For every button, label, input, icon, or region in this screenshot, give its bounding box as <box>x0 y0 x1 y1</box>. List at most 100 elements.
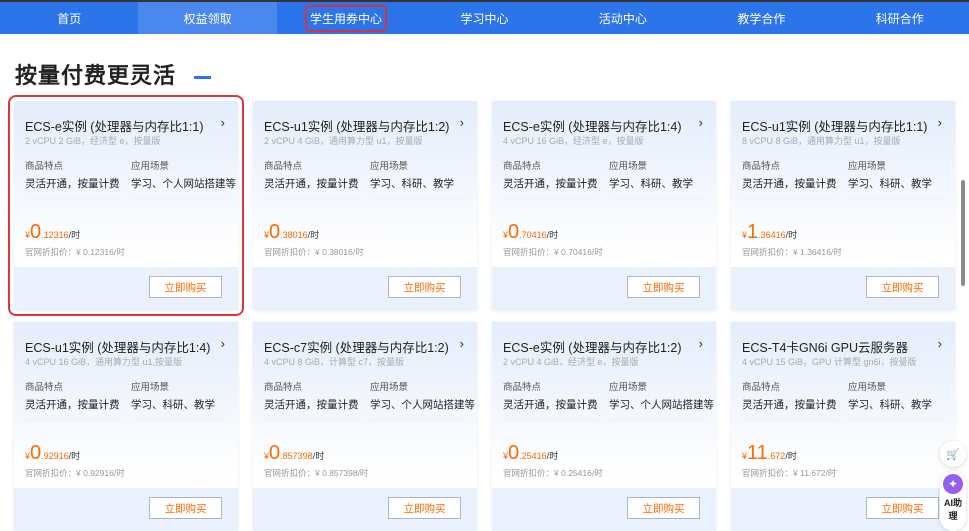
price-int: 0 <box>30 221 42 243</box>
scenarios-label: 应用场景 <box>370 382 409 393</box>
chevron-right-icon[interactable]: › <box>221 115 225 130</box>
nav-item[interactable]: 教学合作 <box>692 2 830 34</box>
price-int: 0 <box>508 221 520 243</box>
cart-button[interactable]: 🛒 <box>940 441 966 467</box>
buy-now-button[interactable]: 立即购买 <box>149 497 222 519</box>
scrollbar[interactable] <box>961 180 965 286</box>
product-card[interactable]: ECS-e实例 (处理器与内存比1:2) › 2 vCPU 4 GiB，经济型 … <box>492 322 716 531</box>
official-label: 官网折扣价： <box>742 247 794 257</box>
price: ¥11.672/时 <box>742 442 797 465</box>
official-price: 官网折扣价：¥ 0.38016/时 <box>264 246 364 258</box>
price-dec: .70416 <box>519 230 547 240</box>
buy-now-button[interactable]: 立即购买 <box>627 276 700 298</box>
official-label: 官网折扣价： <box>25 247 77 257</box>
price: ¥0.38016/时 <box>264 221 319 244</box>
price-int: 0 <box>508 442 520 464</box>
features-label: 商品特点 <box>264 382 303 393</box>
chevron-right-icon[interactable]: › <box>460 115 464 130</box>
price-unit: /时 <box>307 230 320 240</box>
product-card[interactable]: ECS-u1实例 (处理器与内存比1:1) › 8 vCPU 8 GiB，通用算… <box>731 101 955 310</box>
chevron-right-icon[interactable]: › <box>938 115 942 130</box>
buy-now-button[interactable]: 立即购买 <box>388 497 461 519</box>
price: ¥0.25416/时 <box>503 442 558 465</box>
section-title: 按量付费更灵活 <box>15 63 177 88</box>
price: ¥0.12316/时 <box>25 221 80 244</box>
price-unit: /时 <box>785 451 797 461</box>
nav-item-label: 活动中心 <box>598 11 647 26</box>
top-nav: 首页 权益领取 学生用券中心 学习中心 活动中心 教学合作 科研合作 <box>0 2 969 34</box>
features-value: 灵活开通，按量计费 <box>25 176 121 199</box>
nav-item[interactable]: 科研合作 <box>831 2 969 34</box>
product-card[interactable]: ECS-T4卡GN6i GPU云服务器 › 4 vCPU 15 GiB，GPU … <box>731 322 955 531</box>
product-card[interactable]: ECS-e实例 (处理器与内存比1:4) › 4 vCPU 16 GiB，经济型… <box>492 101 716 310</box>
product-grid: ECS-e实例 (处理器与内存比1:1) › 2 vCPU 2 GiB，经济型 … <box>8 95 955 531</box>
official-value: ¥ 0.12316/时 <box>76 247 125 257</box>
features-label: 商品特点 <box>25 161 64 172</box>
price: ¥0.857398/时 <box>264 442 324 465</box>
card-spec: 4 vCPU 15 GiB，GPU 计算型 gn6i，按量版 <box>742 357 917 367</box>
ai-assistant-button[interactable]: ✦ AI助理 <box>940 471 966 531</box>
nav-item-label: 首页 <box>57 11 82 26</box>
price-int: 0 <box>269 442 281 464</box>
features-label: 商品特点 <box>264 161 303 172</box>
buy-now-button[interactable]: 立即购买 <box>388 276 461 298</box>
official-price: 官网折扣价：¥ 0.25416/时 <box>503 467 603 479</box>
scenarios-value: 学习、科研、教学 <box>370 176 466 199</box>
official-price: 官网折扣价：¥ 0.857398/时 <box>264 467 368 479</box>
features-value: 灵活开通，按量计费 <box>742 397 838 420</box>
buy-now-button[interactable]: 立即购买 <box>627 497 700 519</box>
nav-item-label: 学生用券中心 <box>305 4 388 32</box>
official-label: 官网折扣价： <box>264 247 316 257</box>
official-label: 官网折扣价： <box>503 247 555 257</box>
scenarios-label: 应用场景 <box>848 382 887 393</box>
product-card[interactable]: ECS-u1实例 (处理器与内存比1:2) › 2 vCPU 4 GiB，通用算… <box>253 101 477 310</box>
chevron-right-icon[interactable]: › <box>460 336 464 351</box>
buy-now-button[interactable]: 立即购买 <box>866 497 939 519</box>
official-value: ¥ 0.25416/时 <box>554 468 603 478</box>
card-spec: 4 vCPU 16 GiB，通用算力型 u1,按量版 <box>25 357 183 367</box>
scenarios-value: 学习、科研、教学 <box>848 176 944 199</box>
price-dec: .857398 <box>280 451 313 461</box>
card-title: ECS-T4卡GN6i GPU云服务器 <box>742 341 908 355</box>
card-title: ECS-u1实例 (处理器与内存比1:4) <box>25 341 211 355</box>
card-spec: 2 vCPU 4 GiB，经济型 e，按量版 <box>503 357 639 367</box>
chevron-right-icon[interactable]: › <box>938 336 942 351</box>
nav-item[interactable]: 学习中心 <box>415 2 553 34</box>
price-dec: .672 <box>767 451 786 461</box>
price-dec: .38016 <box>280 230 308 240</box>
chevron-right-icon[interactable]: › <box>221 336 225 351</box>
nav-item[interactable]: 权益领取 <box>138 2 277 34</box>
price-dec: .25416 <box>519 451 547 461</box>
buy-now-button[interactable]: 立即购买 <box>149 276 222 298</box>
ai-icon: ✦ <box>943 474 963 494</box>
product-card[interactable]: ECS-c7实例 (处理器与内存比1:2) › 4 vCPU 8 GiB，计算型… <box>253 322 477 531</box>
buy-now-button[interactable]: 立即购买 <box>866 276 939 298</box>
nav-item-label: 学习中心 <box>460 11 509 26</box>
nav-item-label: 科研合作 <box>875 11 924 26</box>
features-label: 商品特点 <box>25 382 64 393</box>
scenarios-value: 学习、科研、教学 <box>131 397 227 420</box>
title-accent <box>194 76 211 79</box>
nav-item[interactable]: 活动中心 <box>554 2 692 34</box>
product-card[interactable]: ECS-u1实例 (处理器与内存比1:4) › 4 vCPU 16 GiB，通用… <box>14 322 238 531</box>
card-footer: 立即购买 <box>253 488 477 531</box>
chevron-right-icon[interactable]: › <box>699 115 703 130</box>
nav-item-label: 教学合作 <box>737 11 786 26</box>
nav-item[interactable]: 学生用券中心 <box>277 2 415 34</box>
card-footer: 立即购买 <box>492 267 716 310</box>
features-value: 灵活开通，按量计费 <box>264 397 360 420</box>
price-unit: /时 <box>68 451 81 461</box>
official-label: 官网折扣价： <box>742 468 794 478</box>
card-title: ECS-u1实例 (处理器与内存比1:2) <box>264 120 450 134</box>
card-title: ECS-e实例 (处理器与内存比1:1) <box>25 120 204 134</box>
official-price: 官网折扣价：¥ 11.672/时 <box>742 467 836 479</box>
nav-item[interactable]: 首页 <box>0 2 138 34</box>
product-card[interactable]: ECS-e实例 (处理器与内存比1:1) › 2 vCPU 2 GiB，经济型 … <box>8 95 244 316</box>
chevron-right-icon[interactable]: › <box>699 336 703 351</box>
scenarios-label: 应用场景 <box>848 161 887 172</box>
price-int: 0 <box>30 442 42 464</box>
price-unit: /时 <box>785 230 798 240</box>
card-footer: 立即购买 <box>253 267 477 310</box>
card-footer: 立即购买 <box>14 488 238 531</box>
official-value: ¥ 0.38016/时 <box>315 247 364 257</box>
